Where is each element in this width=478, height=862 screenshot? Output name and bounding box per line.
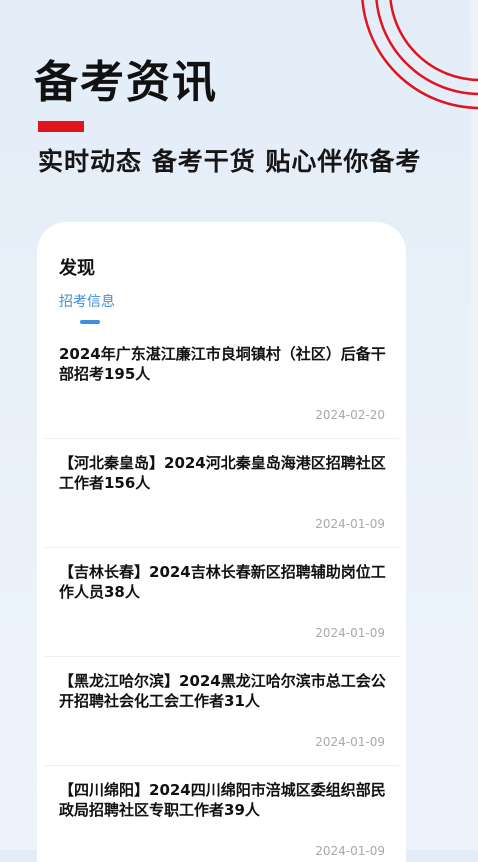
news-title: 【四川绵阳】2024四川绵阳市涪城区委组织部民政局招聘社区专职工作者39人: [59, 781, 386, 819]
page-subtitle: 实时动态 备考干货 贴心伴你备考: [38, 147, 422, 176]
news-title: 【河北秦皇岛】2024河北秦皇岛海港区招聘社区工作者156人: [59, 454, 386, 492]
decorative-rings: [330, 0, 478, 110]
discover-card: 发现 招考信息 2024年广东湛江廉江市良垌镇村（社区）后备干部招考195人 2…: [37, 222, 406, 862]
card-heading: 发现: [59, 258, 95, 279]
tab-recruitment-info[interactable]: 招考信息: [59, 291, 115, 311]
news-item[interactable]: 【黑龙江哈尔滨】2024黑龙江哈尔滨市总工会公开招聘社会化工会工作者31人 20…: [44, 657, 399, 766]
news-item[interactable]: 【四川绵阳】2024四川绵阳市涪城区委组织部民政局招聘社区专职工作者39人 20…: [44, 766, 399, 862]
news-item[interactable]: 【吉林长春】2024吉林长春新区招聘辅助岗位工作人员38人 2024-01-09: [44, 548, 399, 657]
page-title: 备考资讯: [34, 57, 218, 108]
news-item[interactable]: 【河北秦皇岛】2024河北秦皇岛海港区招聘社区工作者156人 2024-01-0…: [44, 439, 399, 548]
news-title: 【黑龙江哈尔滨】2024黑龙江哈尔滨市总工会公开招聘社会化工会工作者31人: [59, 672, 386, 710]
title-accent-bar: [38, 121, 84, 132]
news-date: 2024-01-09: [315, 844, 385, 858]
news-title: 2024年广东湛江廉江市良垌镇村（社区）后备干部招考195人: [59, 345, 386, 383]
news-title: 【吉林长春】2024吉林长春新区招聘辅助岗位工作人员38人: [59, 563, 386, 601]
news-date: 2024-02-20: [315, 408, 385, 422]
right-edge-strip: [470, 0, 478, 850]
tab-active-indicator: [80, 320, 100, 324]
news-date: 2024-01-09: [315, 517, 385, 531]
news-item[interactable]: 2024年广东湛江廉江市良垌镇村（社区）后备干部招考195人 2024-02-2…: [44, 330, 399, 439]
news-date: 2024-01-09: [315, 735, 385, 749]
news-date: 2024-01-09: [315, 626, 385, 640]
news-list: 2024年广东湛江廉江市良垌镇村（社区）后备干部招考195人 2024-02-2…: [44, 330, 399, 862]
